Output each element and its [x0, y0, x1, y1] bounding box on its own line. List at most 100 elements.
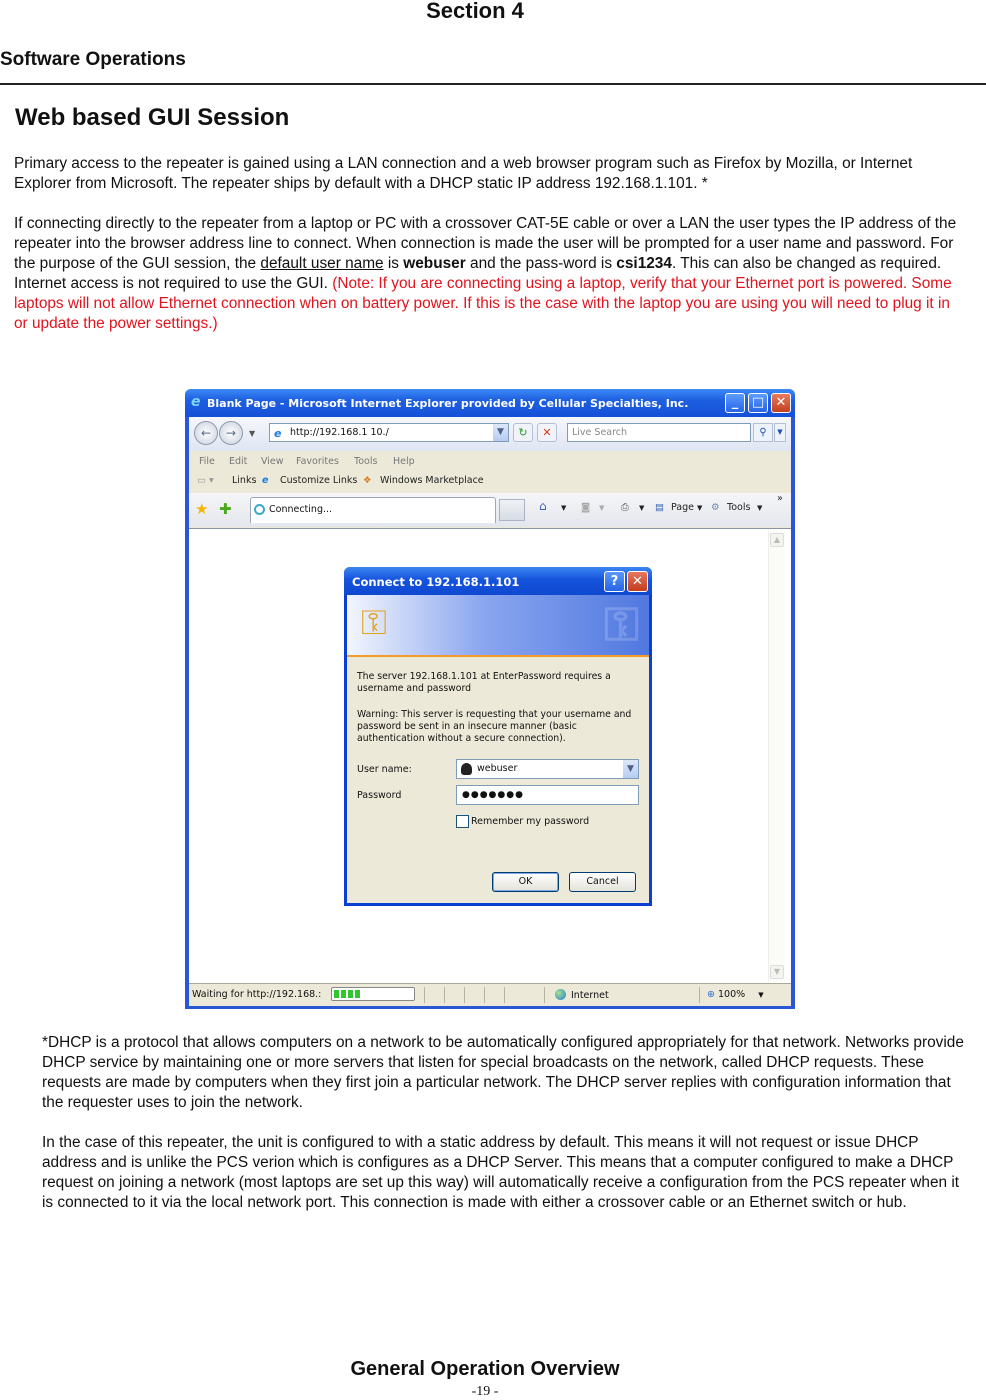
forward-button[interactable]: →	[219, 421, 243, 445]
password-value: ●●●●●●●	[462, 790, 524, 800]
dialog-body: ⚿ ⚿ The server 192.168.1.101 at EnterPas…	[347, 595, 649, 903]
feeds-icon[interactable]: ◙	[581, 502, 590, 513]
search-input[interactable]: Live Search	[567, 423, 751, 442]
menu-favorites[interactable]: Favorites	[296, 456, 339, 467]
status-divider	[424, 987, 425, 1003]
dialog-close-button[interactable]: ✕	[627, 571, 648, 592]
intro-paragraph: Primary access to the repeater is gained…	[14, 155, 913, 192]
connection-paragraph: If connecting directly to the repeater f…	[14, 214, 964, 334]
page-menu[interactable]: Page	[671, 502, 694, 513]
zoom-value: 100%	[718, 989, 746, 1000]
links-toolbar-icon[interactable]: ▭ ▾	[197, 475, 214, 486]
username-dropdown-icon[interactable]: ▼	[623, 760, 638, 778]
print-dropdown-icon[interactable]: ▼	[639, 504, 644, 512]
tab-bar: ★ ✚ Connecting... ⌂ ▼ ◙ ▼ ⎙ ▼ ▤ Page ▼ ⚙…	[189, 493, 791, 527]
section-title: Section 4	[426, 0, 524, 23]
gear-icon: ⚙	[711, 502, 720, 513]
menu-help[interactable]: Help	[393, 456, 415, 467]
status-text: Waiting for http://192.168.:	[192, 989, 322, 1000]
address-value: http://192.168.1 10./	[290, 427, 389, 438]
print-icon[interactable]: ⎙	[621, 502, 629, 513]
cancel-button[interactable]: Cancel	[569, 872, 636, 892]
tools-menu[interactable]: Tools	[727, 502, 750, 513]
status-divider	[444, 987, 445, 1003]
home-icon[interactable]: ⌂	[539, 499, 547, 513]
user-icon	[461, 763, 472, 775]
help-button[interactable]: ?	[604, 571, 625, 592]
username-value: webuser	[477, 763, 518, 774]
maximize-button[interactable]: □	[748, 393, 768, 413]
search-button[interactable]: ⚲	[753, 423, 773, 442]
history-dropdown-icon[interactable]: ▼	[249, 429, 255, 438]
page-number: -19 -	[471, 1384, 499, 1399]
minimize-button[interactable]: _	[725, 393, 745, 413]
page-heading: Web based GUI Session	[15, 104, 290, 131]
page-dropdown-icon[interactable]: ▼	[697, 504, 702, 512]
menu-view[interactable]: View	[261, 456, 284, 467]
status-divider	[544, 987, 545, 1003]
dialog-title: Connect to 192.168.1.101	[352, 575, 520, 589]
progress-fill	[334, 990, 362, 998]
auth-warning: Warning: This server is requesting that …	[357, 709, 632, 744]
remember-password-checkbox[interactable]	[456, 815, 469, 828]
ie-link-icon: e	[262, 475, 269, 486]
address-input[interactable]: e http://192.168.1 10./ ▼	[269, 423, 509, 442]
search-options-icon[interactable]: ▼	[774, 423, 786, 442]
browser-title-bar: e Blank Page - Microsoft Internet Explor…	[185, 389, 795, 417]
auth-message: The server 192.168.1.101 at EnterPasswor…	[357, 671, 611, 694]
tab-connecting[interactable]: Connecting...	[250, 497, 496, 523]
security-zone: Internet	[555, 989, 609, 1001]
favorites-star-icon[interactable]: ★	[195, 500, 208, 518]
more-commands-icon[interactable]: »	[777, 493, 783, 504]
links-bar: ▭ ▾ Links e Customize Links ❖ Windows Ma…	[189, 471, 791, 491]
feeds-dropdown-icon[interactable]: ▼	[599, 504, 604, 512]
password-input[interactable]: ●●●●●●●	[456, 785, 639, 805]
new-tab-button[interactable]	[499, 499, 525, 521]
keys-icon: ⚿	[361, 603, 387, 643]
loading-icon	[254, 504, 265, 515]
address-dropdown-icon[interactable]: ▼	[493, 424, 508, 441]
menu-edit[interactable]: Edit	[229, 456, 247, 467]
windows-flag-icon: ❖	[363, 475, 372, 486]
ok-button[interactable]: OK	[492, 872, 559, 892]
menu-tools[interactable]: Tools	[354, 456, 377, 467]
link-customize[interactable]: Customize Links	[280, 475, 357, 486]
username-combobox[interactable]: webuser ▼	[456, 759, 639, 779]
default-password: csi1234	[616, 255, 672, 272]
zoom-dropdown-icon[interactable]: ▼	[758, 991, 763, 999]
globe-icon	[555, 989, 566, 1000]
home-dropdown-icon[interactable]: ▼	[561, 504, 566, 512]
address-bar-row: ← → ▼ e http://192.168.1 10./ ▼ ↻ ✕ Live…	[189, 417, 791, 451]
default-user-name-label: default user name	[260, 255, 384, 272]
menu-file[interactable]: File	[199, 456, 215, 467]
text: and the pass-word is	[465, 255, 617, 272]
refresh-button[interactable]: ↻	[513, 423, 533, 442]
tools-dropdown-icon[interactable]: ▼	[757, 504, 762, 512]
header-divider	[0, 83, 986, 85]
scroll-up-icon[interactable]: ▲	[770, 533, 784, 547]
status-divider	[484, 987, 485, 1003]
zoom-level[interactable]: ⊕ 100% ▼	[707, 989, 764, 1000]
vertical-scrollbar[interactable]: ▲ ▼	[768, 531, 785, 981]
remember-password-label[interactable]: Remember my password	[471, 816, 589, 827]
text: is	[383, 255, 404, 272]
scroll-down-icon[interactable]: ▼	[770, 965, 784, 979]
subsection-title: Software Operations	[0, 49, 186, 70]
back-button[interactable]: ←	[194, 421, 218, 445]
links-label: Links	[232, 475, 257, 486]
menu-bar: File Edit View Favorites Tools Help	[189, 451, 791, 471]
dhcp-footnote: *DHCP is a protocol that allows computer…	[42, 1034, 964, 1111]
username-label: User name:	[357, 764, 412, 775]
static-address-paragraph: In the case of this repeater, the unit i…	[42, 1134, 960, 1211]
link-windows-marketplace[interactable]: Windows Marketplace	[380, 475, 484, 486]
dialog-title-bar: Connect to 192.168.1.101 ? ✕	[344, 567, 652, 595]
footer-title: General Operation Overview	[350, 1358, 620, 1380]
password-label: Password	[357, 790, 402, 801]
login-dialog: Connect to 192.168.1.101 ? ✕ ⚿ ⚿ The ser…	[344, 567, 652, 906]
stop-button[interactable]: ✕	[537, 423, 557, 442]
add-favorite-icon[interactable]: ✚	[219, 500, 232, 518]
tab-label: Connecting...	[269, 504, 333, 515]
loading-progress	[331, 987, 415, 1001]
close-button[interactable]: ✕	[771, 393, 791, 413]
keys-watermark-icon: ⚿	[603, 597, 639, 651]
